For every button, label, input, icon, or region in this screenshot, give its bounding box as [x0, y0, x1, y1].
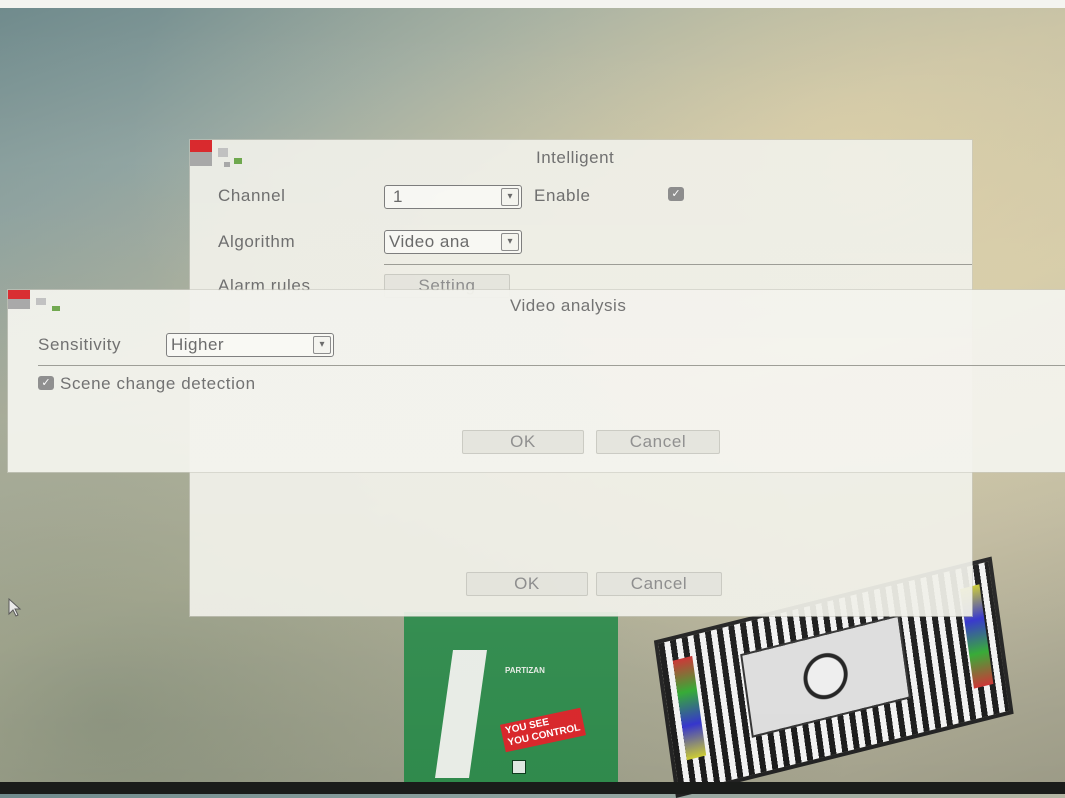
- divider: [384, 264, 972, 265]
- dialog-title: Video analysis: [510, 296, 627, 315]
- enable-checkbox[interactable]: ✓: [668, 187, 684, 201]
- intelligent-cancel-button[interactable]: Cancel: [596, 572, 722, 596]
- chevron-down-icon[interactable]: ▾: [501, 233, 519, 251]
- channel-label: Channel: [218, 186, 286, 205]
- dialog-title: Intelligent: [536, 148, 615, 167]
- chevron-down-icon[interactable]: ▾: [501, 188, 519, 206]
- algorithm-select[interactable]: Video ana ▾: [384, 230, 522, 254]
- screen-top-edge: [0, 0, 1065, 8]
- poster-qr-code: [512, 760, 526, 774]
- sensitivity-select-value: Higher: [171, 335, 225, 354]
- app-logo-icon: [190, 140, 260, 170]
- sensitivity-select[interactable]: Higher ▾: [166, 333, 334, 357]
- divider: [38, 365, 1065, 366]
- mouse-pointer-icon: [8, 598, 22, 617]
- poster-brand: PARTIZAN: [505, 666, 545, 675]
- enable-label: Enable: [534, 186, 591, 205]
- intelligent-ok-button[interactable]: OK: [466, 572, 588, 596]
- green-poster: [404, 612, 618, 784]
- video-analysis-dialog: Video analysis Sensitivity Higher ▾ ✓ Sc…: [8, 290, 1065, 472]
- screen-bottom-bezel: [0, 782, 1065, 794]
- channel-select-value: 1: [393, 187, 403, 206]
- scene-change-checkbox[interactable]: ✓: [38, 376, 54, 390]
- channel-select[interactable]: 1 ▾: [384, 185, 522, 209]
- sensitivity-label: Sensitivity: [38, 335, 122, 354]
- video-analysis-cancel-button[interactable]: Cancel: [596, 430, 720, 454]
- video-analysis-ok-button[interactable]: OK: [462, 430, 584, 454]
- test-chart-color-bar-left: [672, 655, 707, 761]
- app-logo-icon: [8, 290, 78, 320]
- scene-change-label: Scene change detection: [60, 374, 256, 393]
- algorithm-select-value: Video ana: [389, 232, 470, 251]
- test-chart-center: [740, 614, 912, 738]
- chevron-down-icon[interactable]: ▾: [313, 336, 331, 354]
- algorithm-label: Algorithm: [218, 232, 296, 251]
